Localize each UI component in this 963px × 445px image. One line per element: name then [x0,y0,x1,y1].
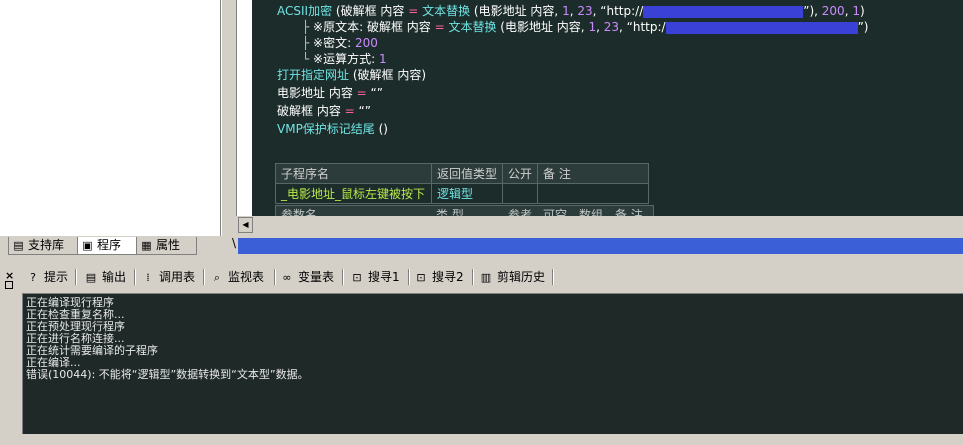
tab-clip-history[interactable]: ▥ 剪辑历史 [479,268,545,286]
col-return-type: 返回值类型 [430,163,504,184]
param-col-ref: 参考 [508,208,533,216]
tab-watch[interactable]: ⌕ 监视表 [210,268,264,286]
search1-icon: ⊡ [352,271,362,284]
call-table-icon: ⁞ [146,271,150,284]
search2-icon: ⊡ [416,271,426,284]
selected-path-bar[interactable] [238,238,963,254]
param-col-note: 备 注 [615,208,643,216]
tab-call-table[interactable]: ⁞ 调用表 [141,268,195,286]
tab-library[interactable]: ▤ 支持库 [8,237,79,255]
tab-output[interactable]: ▤ 输出 [84,268,126,286]
editor-hscrollbar[interactable]: ◀ [236,216,963,233]
param-header-row: 参数名 类 型 参考 可空 数组 备 注 [275,205,675,216]
tab-property[interactable]: ▦ 属性 [136,237,197,255]
library-icon: ▤ [13,239,24,252]
subroutine-public[interactable] [502,183,539,204]
code-line-5[interactable]: 打开指定网址 (破解框 内容) [277,67,426,83]
subroutine-table[interactable]: 子程序名 返回值类型 公开 备 注 _电影地址_鼠标左键被按下 逻辑型 [275,163,650,204]
bottom-panel-side: × [0,264,18,445]
subroutine-header-row: 子程序名 返回值类型 公开 备 注 [275,163,650,184]
tree-scrollbar[interactable] [221,0,236,236]
param-col-name: 参数名 [281,208,318,216]
subroutine-return-type[interactable]: 逻辑型 [430,183,504,204]
redacted-url [643,5,804,18]
col-note: 备 注 [537,163,650,184]
watch-icon: ⌕ [213,271,221,284]
subroutine-name[interactable]: _电影地址_鼠标左键被按下 [275,183,432,204]
pin-panel-icon[interactable] [5,281,13,289]
output-console[interactable]: 正在编译现行程序 正在检查重复名称... 正在预处理现行程序 正在进行名称连接.… [22,293,963,435]
code-line-8[interactable]: VMP保护标记结尾 () [277,121,388,137]
code-line-6[interactable]: 电影地址 内容 = “” [277,85,383,101]
hint-icon: ? [30,271,36,284]
code-line-3[interactable]: ├ ※密文: 200 [302,35,378,51]
bottom-panel-tabs: ? 提示 ▤ 输出 ⁞ 调用表 ⌕ 监视表 ∞ 变量表 ⊡ 搜寻1 ⊡ 搜寻2 ▥ 剪辑历史 [18,266,963,288]
param-col-nullable: 可空 [543,208,568,216]
left-panel-tabs: ▤ 支持库 ▣ 程序 ▦ 属性 [0,236,232,256]
variable-icon: ∞ [282,271,292,284]
output-icon: ▤ [85,271,97,284]
clip-history-icon: ▥ [480,271,492,284]
status-strip [0,434,963,445]
program-icon: ▣ [82,239,93,252]
tab-hint[interactable]: ? 提示 [26,268,68,286]
subroutine-row[interactable]: _电影地址_鼠标左键被按下 逻辑型 [275,183,650,204]
program-tree-panel[interactable] [0,0,221,236]
tab-search2[interactable]: ⊡ 搜寻2 [414,268,463,286]
tab-search1[interactable]: ⊡ 搜寻1 [350,268,399,286]
code-line-4[interactable]: └ ※运算方式: 1 [302,51,387,67]
tab-variable[interactable]: ∞ 变量表 [280,268,334,286]
col-sub-name: 子程序名 [275,163,432,184]
col-public: 公开 [502,163,539,184]
param-col-array: 数组 [579,208,604,216]
subroutine-note[interactable] [537,183,650,204]
param-col-type: 类 型 [436,208,464,216]
redacted-url [665,21,858,34]
code-line-7[interactable]: 破解框 内容 = “” [277,103,371,119]
tab-program[interactable]: ▣ 程序 [77,237,138,255]
editor-gutter [236,0,253,216]
scroll-left-icon[interactable]: ◀ [238,217,253,233]
property-icon: ▦ [141,239,152,252]
output-error-line: 错误(10044): 不能将“逻辑型”数据转换到“文本型”数据。 [26,368,309,381]
code-line-2[interactable]: ├ ※原文本: 破解框 内容 = 文本替换 (电影地址 内容, 1, 23, “… [302,19,868,35]
code-line-1[interactable]: ACSII加密 (破解框 内容 = 文本替换 (电影地址 内容, 1, 23, … [277,3,865,19]
